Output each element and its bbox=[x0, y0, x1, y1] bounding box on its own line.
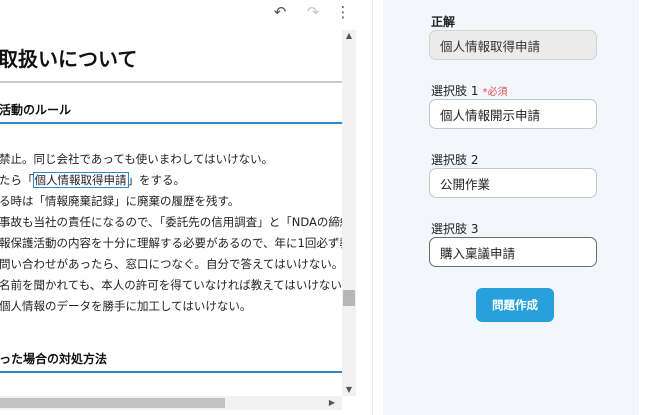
pane-divider bbox=[372, 0, 373, 415]
selected-text-highlight[interactable]: 個人情報取得申請 bbox=[32, 172, 129, 188]
scroll-down-arrow-icon[interactable]: ▼ bbox=[342, 384, 356, 396]
required-marker: *必須 bbox=[482, 87, 508, 98]
doc-line: 個人情報のデータを勝手に加工してはいけない。 bbox=[0, 299, 252, 313]
doc-text: たら「 bbox=[0, 173, 34, 187]
section-heading-rules: 活動のルール bbox=[0, 103, 72, 117]
doc-line-with-selection: たら「個人情報取得申請」をする。 bbox=[0, 172, 185, 188]
horizontal-scroll-thumb[interactable] bbox=[0, 398, 225, 408]
choice3-label: 選択肢 3 bbox=[431, 222, 479, 236]
doc-line: る時は「情報廃棄記録」に廃棄の履歴を残す。 bbox=[0, 194, 240, 208]
section-divider bbox=[0, 122, 342, 124]
doc-text: 」をする。 bbox=[127, 173, 186, 187]
more-options-icon[interactable]: ⋮ bbox=[333, 2, 353, 22]
section-divider bbox=[0, 371, 342, 373]
choice1-input[interactable] bbox=[429, 99, 597, 129]
choice2-label: 選択肢 2 bbox=[431, 153, 479, 167]
editor-toolbar: ↶ ↷ ⋮ bbox=[0, 0, 370, 24]
scroll-right-arrow-icon[interactable]: ▶ bbox=[326, 396, 338, 410]
doc-line: 禁止。同じ会社であっても使いまわしてはいけない。 bbox=[0, 152, 274, 166]
choice1-label: 選択肢 1 *必須 bbox=[431, 82, 507, 99]
question-form-panel: 正解 選択肢 1*必須 選択肢 2 選択肢 3 問題作成 bbox=[383, 0, 639, 415]
vertical-scrollbar[interactable]: ▲ ▼ bbox=[342, 30, 356, 396]
undo-icon[interactable]: ↶ bbox=[270, 2, 290, 22]
answer-field bbox=[429, 30, 597, 60]
doc-line: 報保護活動の内容を十分に理解する必要があるので、年に1回必ず教育を受 bbox=[0, 236, 342, 250]
create-question-button[interactable]: 問題作成 bbox=[476, 288, 554, 322]
document-heading: 取扱いについて bbox=[0, 47, 138, 71]
answer-label: 正解 bbox=[431, 15, 456, 29]
section-heading-response: った場合の対処方法 bbox=[0, 352, 108, 366]
document-content: 取扱いについて 活動のルール 禁止。同じ会社であっても使いまわしてはいけない。 … bbox=[0, 26, 342, 396]
doc-line: 事故も当社の責任になるので、「委託先の信用調査」と「NDAの締結」が bbox=[0, 215, 342, 229]
doc-line: 問い合わせがあったら、窓口につなぐ。自分で答えてはいけない。 bbox=[0, 257, 342, 271]
vertical-scroll-thumb[interactable] bbox=[343, 290, 355, 306]
horizontal-scrollbar[interactable]: ▶ bbox=[0, 396, 342, 410]
scroll-gutter bbox=[356, 30, 370, 415]
scroll-up-arrow-icon[interactable]: ▲ bbox=[342, 30, 356, 42]
heading-divider bbox=[0, 81, 342, 83]
choice2-input[interactable] bbox=[429, 168, 597, 198]
choice1-label-text: 選択肢 1 bbox=[431, 84, 479, 98]
redo-icon: ↷ bbox=[306, 3, 320, 21]
doc-line: 名前を聞かれても、本人の許可を得ていなければ教えてはいけない。 bbox=[0, 278, 342, 292]
choice3-input[interactable] bbox=[429, 237, 597, 267]
